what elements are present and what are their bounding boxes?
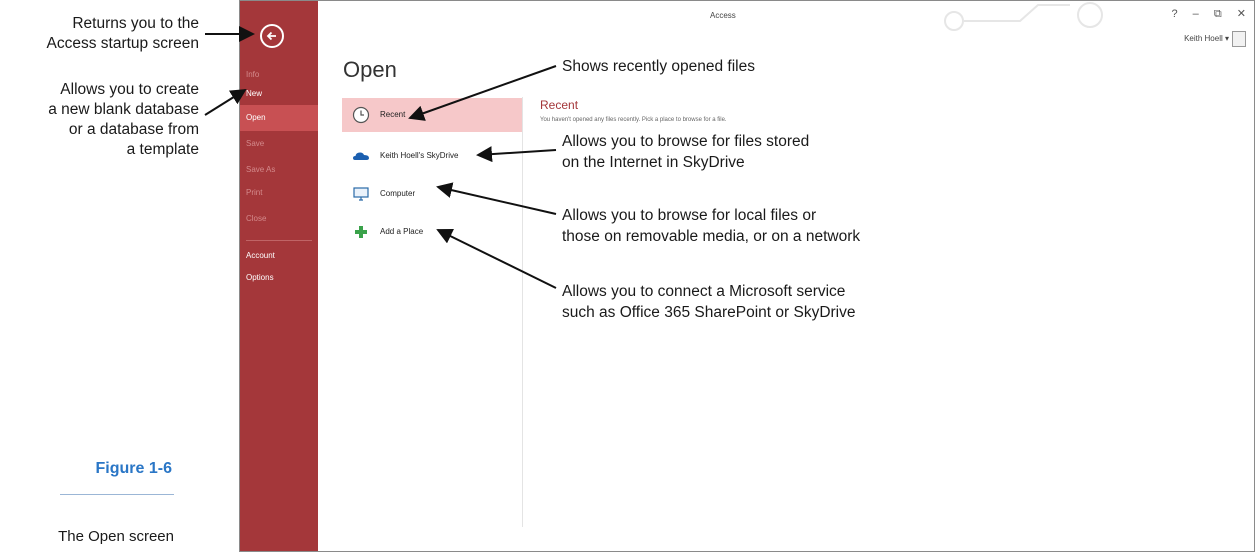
nav-item-save[interactable]: Save — [240, 131, 318, 157]
nav-item-new[interactable]: New — [240, 81, 318, 107]
figure-caption: The Open screen — [58, 528, 174, 545]
recent-message: You haven't opened any files recently. P… — [540, 117, 727, 123]
close-button[interactable]: ✕ — [1237, 7, 1246, 20]
avatar — [1232, 31, 1246, 47]
place-add[interactable]: Add a Place — [342, 215, 522, 249]
annotation-computer: Allows you to browse for local files or … — [562, 207, 861, 245]
restore-button[interactable]: ⧉ — [1214, 8, 1222, 21]
nav-item-options[interactable]: Options — [240, 265, 318, 291]
callout-new: Allows you to create a new blank databas… — [48, 81, 199, 158]
user-account[interactable]: Keith Hoell ▾ — [1184, 31, 1246, 47]
place-label: Add a Place — [380, 227, 424, 236]
clock-icon — [352, 106, 370, 124]
place-label: Recent — [380, 110, 406, 119]
nav-divider — [246, 240, 312, 241]
place-computer[interactable]: Computer — [342, 177, 522, 211]
back-arrow-button[interactable] — [260, 24, 284, 48]
minimize-button[interactable]: – — [1193, 8, 1199, 20]
place-label: Computer — [380, 189, 416, 198]
user-name: Keith Hoell — [1184, 34, 1223, 44]
nav-item-close[interactable]: Close — [240, 206, 318, 232]
annotation-skydrive: Allows you to browse for files stored on… — [562, 133, 810, 171]
plus-icon — [355, 226, 367, 238]
backstage-nav: Info New Open Save Save As Print Close A… — [240, 1, 318, 551]
panel-divider — [522, 97, 523, 527]
place-skydrive[interactable]: Keith Hoell's SkyDrive — [342, 139, 522, 173]
circuit-decoration-icon — [944, 2, 1103, 31]
callout-back: Returns you to the Access startup screen — [46, 15, 199, 52]
page-title: Open — [343, 57, 397, 82]
nav-item-open[interactable]: Open — [240, 105, 318, 131]
access-window: Info New Open Save Save As Print Close A… — [239, 0, 1255, 552]
figure-label: Figure 1-6 — [95, 460, 172, 477]
place-label: Keith Hoell's SkyDrive — [380, 151, 459, 160]
figure-rule — [60, 494, 174, 495]
help-button[interactable]: ? — [1171, 8, 1177, 20]
back-arrow-icon — [266, 31, 276, 41]
cloud-icon — [353, 152, 369, 160]
recent-heading: Recent — [540, 98, 579, 112]
place-recent[interactable]: Recent — [342, 98, 522, 132]
annotation-add-place: Allows you to connect a Microsoft servic… — [562, 283, 856, 321]
window-controls: ? – ⧉ ✕ — [1159, 7, 1246, 21]
computer-icon — [353, 187, 369, 201]
annotation-recent: Shows recently opened files — [562, 58, 756, 75]
window-title: Access — [710, 11, 736, 20]
nav-item-print[interactable]: Print — [240, 180, 318, 206]
